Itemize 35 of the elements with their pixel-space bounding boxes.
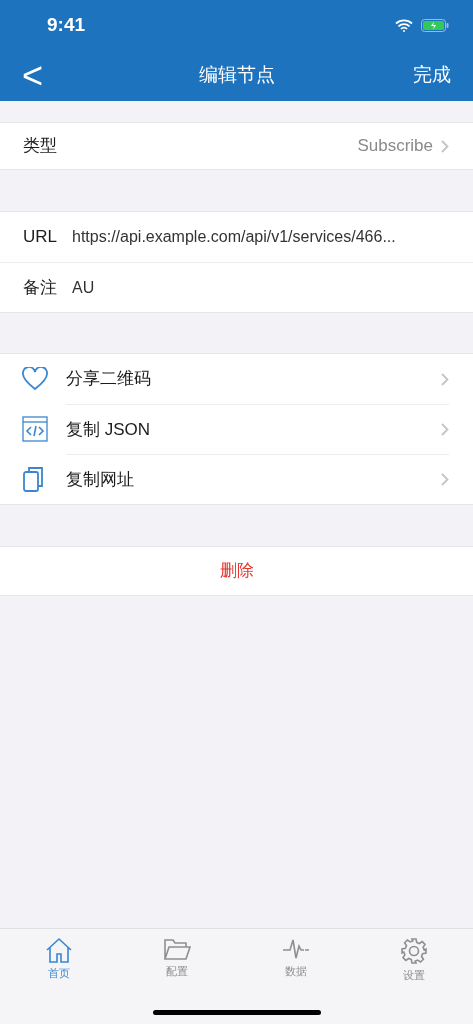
code-window-icon <box>22 416 48 442</box>
folder-icon <box>163 937 192 961</box>
tab-item[interactable]: 首页 <box>0 937 119 984</box>
delete-button[interactable]: 删除 <box>0 546 473 596</box>
type-value: Subscribe <box>357 135 433 158</box>
heart-icon <box>22 367 48 391</box>
battery-icon <box>421 18 449 32</box>
field-value[interactable]: AU <box>72 275 95 300</box>
field-label: URL <box>23 226 58 249</box>
type-row[interactable]: 类型 Subscribe <box>0 122 473 170</box>
tab-item[interactable]: 设置 <box>354 937 473 984</box>
field-label: 备注 <box>23 276 58 299</box>
chevron-icon <box>441 372 449 386</box>
chevron-icon <box>441 473 449 486</box>
type-label: 类型 <box>23 135 57 158</box>
action-row[interactable]: 分享二维码 <box>0 354 473 404</box>
settings-icon <box>399 937 428 965</box>
wifi-icon <box>395 18 413 32</box>
chevron-icon <box>441 423 449 436</box>
status-time: 9:41 <box>47 12 86 37</box>
back-button[interactable]: < <box>22 57 62 94</box>
chevron-icon <box>441 139 449 153</box>
done-button[interactable]: 完成 <box>411 61 451 90</box>
field-value[interactable]: https://api.example.com/api/v1/services/466... <box>72 225 396 249</box>
action-row[interactable]: 复制网址 <box>0 454 473 504</box>
action-label: 分享二维码 <box>66 368 151 391</box>
tab-item[interactable]: 数据 <box>236 937 355 984</box>
page-title: 编辑节点 <box>198 63 275 88</box>
action-label: 复制 JSON <box>66 418 151 441</box>
action-label: 复制网址 <box>66 468 134 491</box>
copy-icon <box>22 466 46 492</box>
pulse-icon <box>281 937 310 961</box>
home-icon <box>45 937 74 963</box>
action-row[interactable]: 复制 JSON <box>0 404 473 454</box>
tab-item[interactable]: 配置 <box>118 937 237 984</box>
